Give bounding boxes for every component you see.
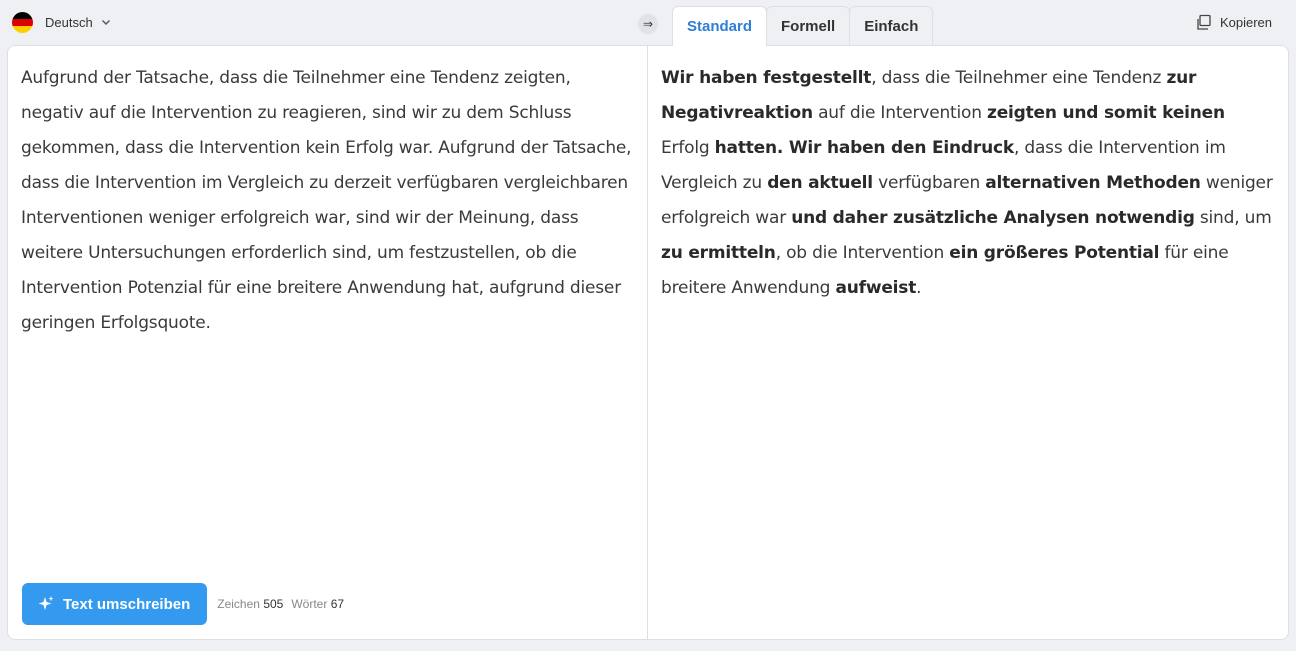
input-text[interactable]: Aufgrund der Tatsache, dass die Teilnehm… — [8, 46, 647, 341]
unchanged-phrase: Erfolg — [661, 138, 715, 158]
tab-formell[interactable]: Formell — [766, 6, 851, 46]
changed-phrase[interactable]: ein größeres Potential — [949, 243, 1159, 263]
tab-standard[interactable]: Standard — [672, 6, 768, 46]
copy-icon — [1197, 14, 1211, 30]
editor-panel: Aufgrund der Tatsache, dass die Teilnehm… — [7, 45, 1289, 640]
rewrite-button-label: Text umschreiben — [63, 595, 191, 613]
text-stats: Zeichen 505 Wörter 67 — [217, 597, 344, 611]
unchanged-phrase: . — [916, 278, 922, 298]
copy-label: Kopieren — [1219, 15, 1272, 30]
changed-phrase[interactable]: zeigten und somit keinen — [987, 103, 1225, 123]
tab-einfach[interactable]: Einfach — [849, 6, 934, 46]
unchanged-phrase: sind, um — [1194, 208, 1272, 228]
language-selector[interactable]: Deutsch — [12, 10, 111, 34]
unchanged-phrase: , dass die Teilnehmer eine Tendenz — [871, 68, 1167, 88]
chars-label: Zeichen — [217, 597, 260, 611]
unchanged-phrase: verfügbaren — [872, 173, 986, 193]
changed-phrase[interactable]: Wir haben festgestellt — [661, 68, 871, 88]
words-count: 67 — [330, 597, 345, 611]
style-tabs: Standard Formell Einfach — [672, 6, 934, 46]
changed-phrase[interactable]: aufweist — [835, 278, 916, 298]
output-pane: Wir haben festgestellt, dass die Teilneh… — [648, 46, 1288, 639]
unchanged-phrase: auf die Intervention — [812, 103, 987, 123]
chevron-down-icon — [101, 20, 110, 25]
swap-direction-icon[interactable]: ⇒ — [638, 14, 658, 34]
changed-phrase[interactable]: und daher zusätzliche Analysen notwendig — [791, 208, 1195, 228]
input-pane: Aufgrund der Tatsache, dass die Teilnehm… — [8, 46, 648, 639]
unchanged-phrase: , ob die Intervention — [775, 243, 950, 263]
sparkle-icon — [38, 596, 54, 610]
changed-phrase[interactable]: den aktuell — [767, 173, 873, 193]
rewrite-button[interactable]: Text umschreiben — [22, 583, 208, 625]
output-text[interactable]: Wir haben festgestellt, dass die Teilneh… — [648, 46, 1288, 306]
germany-flag-icon — [12, 11, 33, 33]
chars-count: 505 — [263, 597, 284, 611]
input-footer: Text umschreiben Zeichen 505 Wörter 67 — [22, 583, 344, 625]
changed-phrase[interactable]: alternativen Methoden — [985, 173, 1201, 193]
language-label: Deutsch — [45, 14, 93, 30]
changed-phrase[interactable]: hatten. Wir haben den Eindruck — [715, 138, 1015, 158]
changed-phrase[interactable]: zu ermitteln — [661, 243, 776, 263]
copy-button[interactable]: Kopieren — [1195, 14, 1272, 31]
words-label: Wörter — [291, 597, 328, 611]
